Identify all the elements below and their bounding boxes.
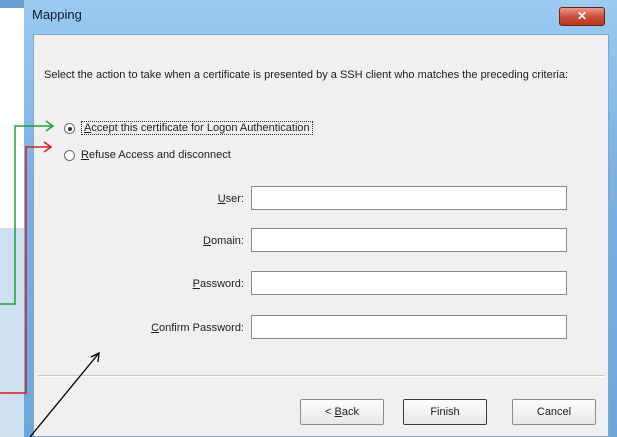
radio-accept-certificate[interactable]: Accept this certificate for Logon Authen… — [64, 120, 313, 136]
user-input[interactable] — [251, 186, 567, 210]
button-separator — [38, 375, 604, 377]
finish-button[interactable]: Finish — [403, 399, 487, 425]
user-label: User: — [217, 193, 244, 205]
mapping-dialog: Mapping ✕ Select the action to take when… — [24, 0, 617, 437]
password-label: Password: — [192, 278, 244, 290]
radio-icon[interactable] — [64, 149, 75, 161]
close-button[interactable]: ✕ — [559, 7, 605, 26]
password-input[interactable] — [251, 271, 567, 295]
background-window-panel — [0, 228, 24, 437]
radio-accept-label: Accept this certificate for Logon Authen… — [81, 121, 313, 135]
confirm-password-input[interactable] — [251, 315, 567, 339]
radio-refuse-label: Refuse Access and disconnect — [81, 149, 231, 161]
dialog-client-area: Select the action to take when a certifi… — [33, 34, 609, 437]
confirm-password-label: Confirm Password: — [151, 322, 244, 334]
title-bar[interactable]: Mapping ✕ — [24, 0, 617, 34]
radio-icon[interactable] — [64, 122, 75, 134]
instruction-text: Select the action to take when a certifi… — [44, 69, 568, 81]
domain-input[interactable] — [251, 228, 567, 252]
close-icon: ✕ — [576, 9, 588, 23]
cancel-button[interactable]: Cancel — [512, 399, 596, 425]
domain-label: Domain: — [203, 235, 244, 247]
background-window-frame — [0, 0, 24, 8]
background-window — [0, 0, 24, 437]
dialog-title: Mapping — [32, 7, 82, 22]
back-button[interactable]: < Back — [300, 399, 384, 425]
radio-refuse-access[interactable]: Refuse Access and disconnect — [64, 147, 231, 163]
